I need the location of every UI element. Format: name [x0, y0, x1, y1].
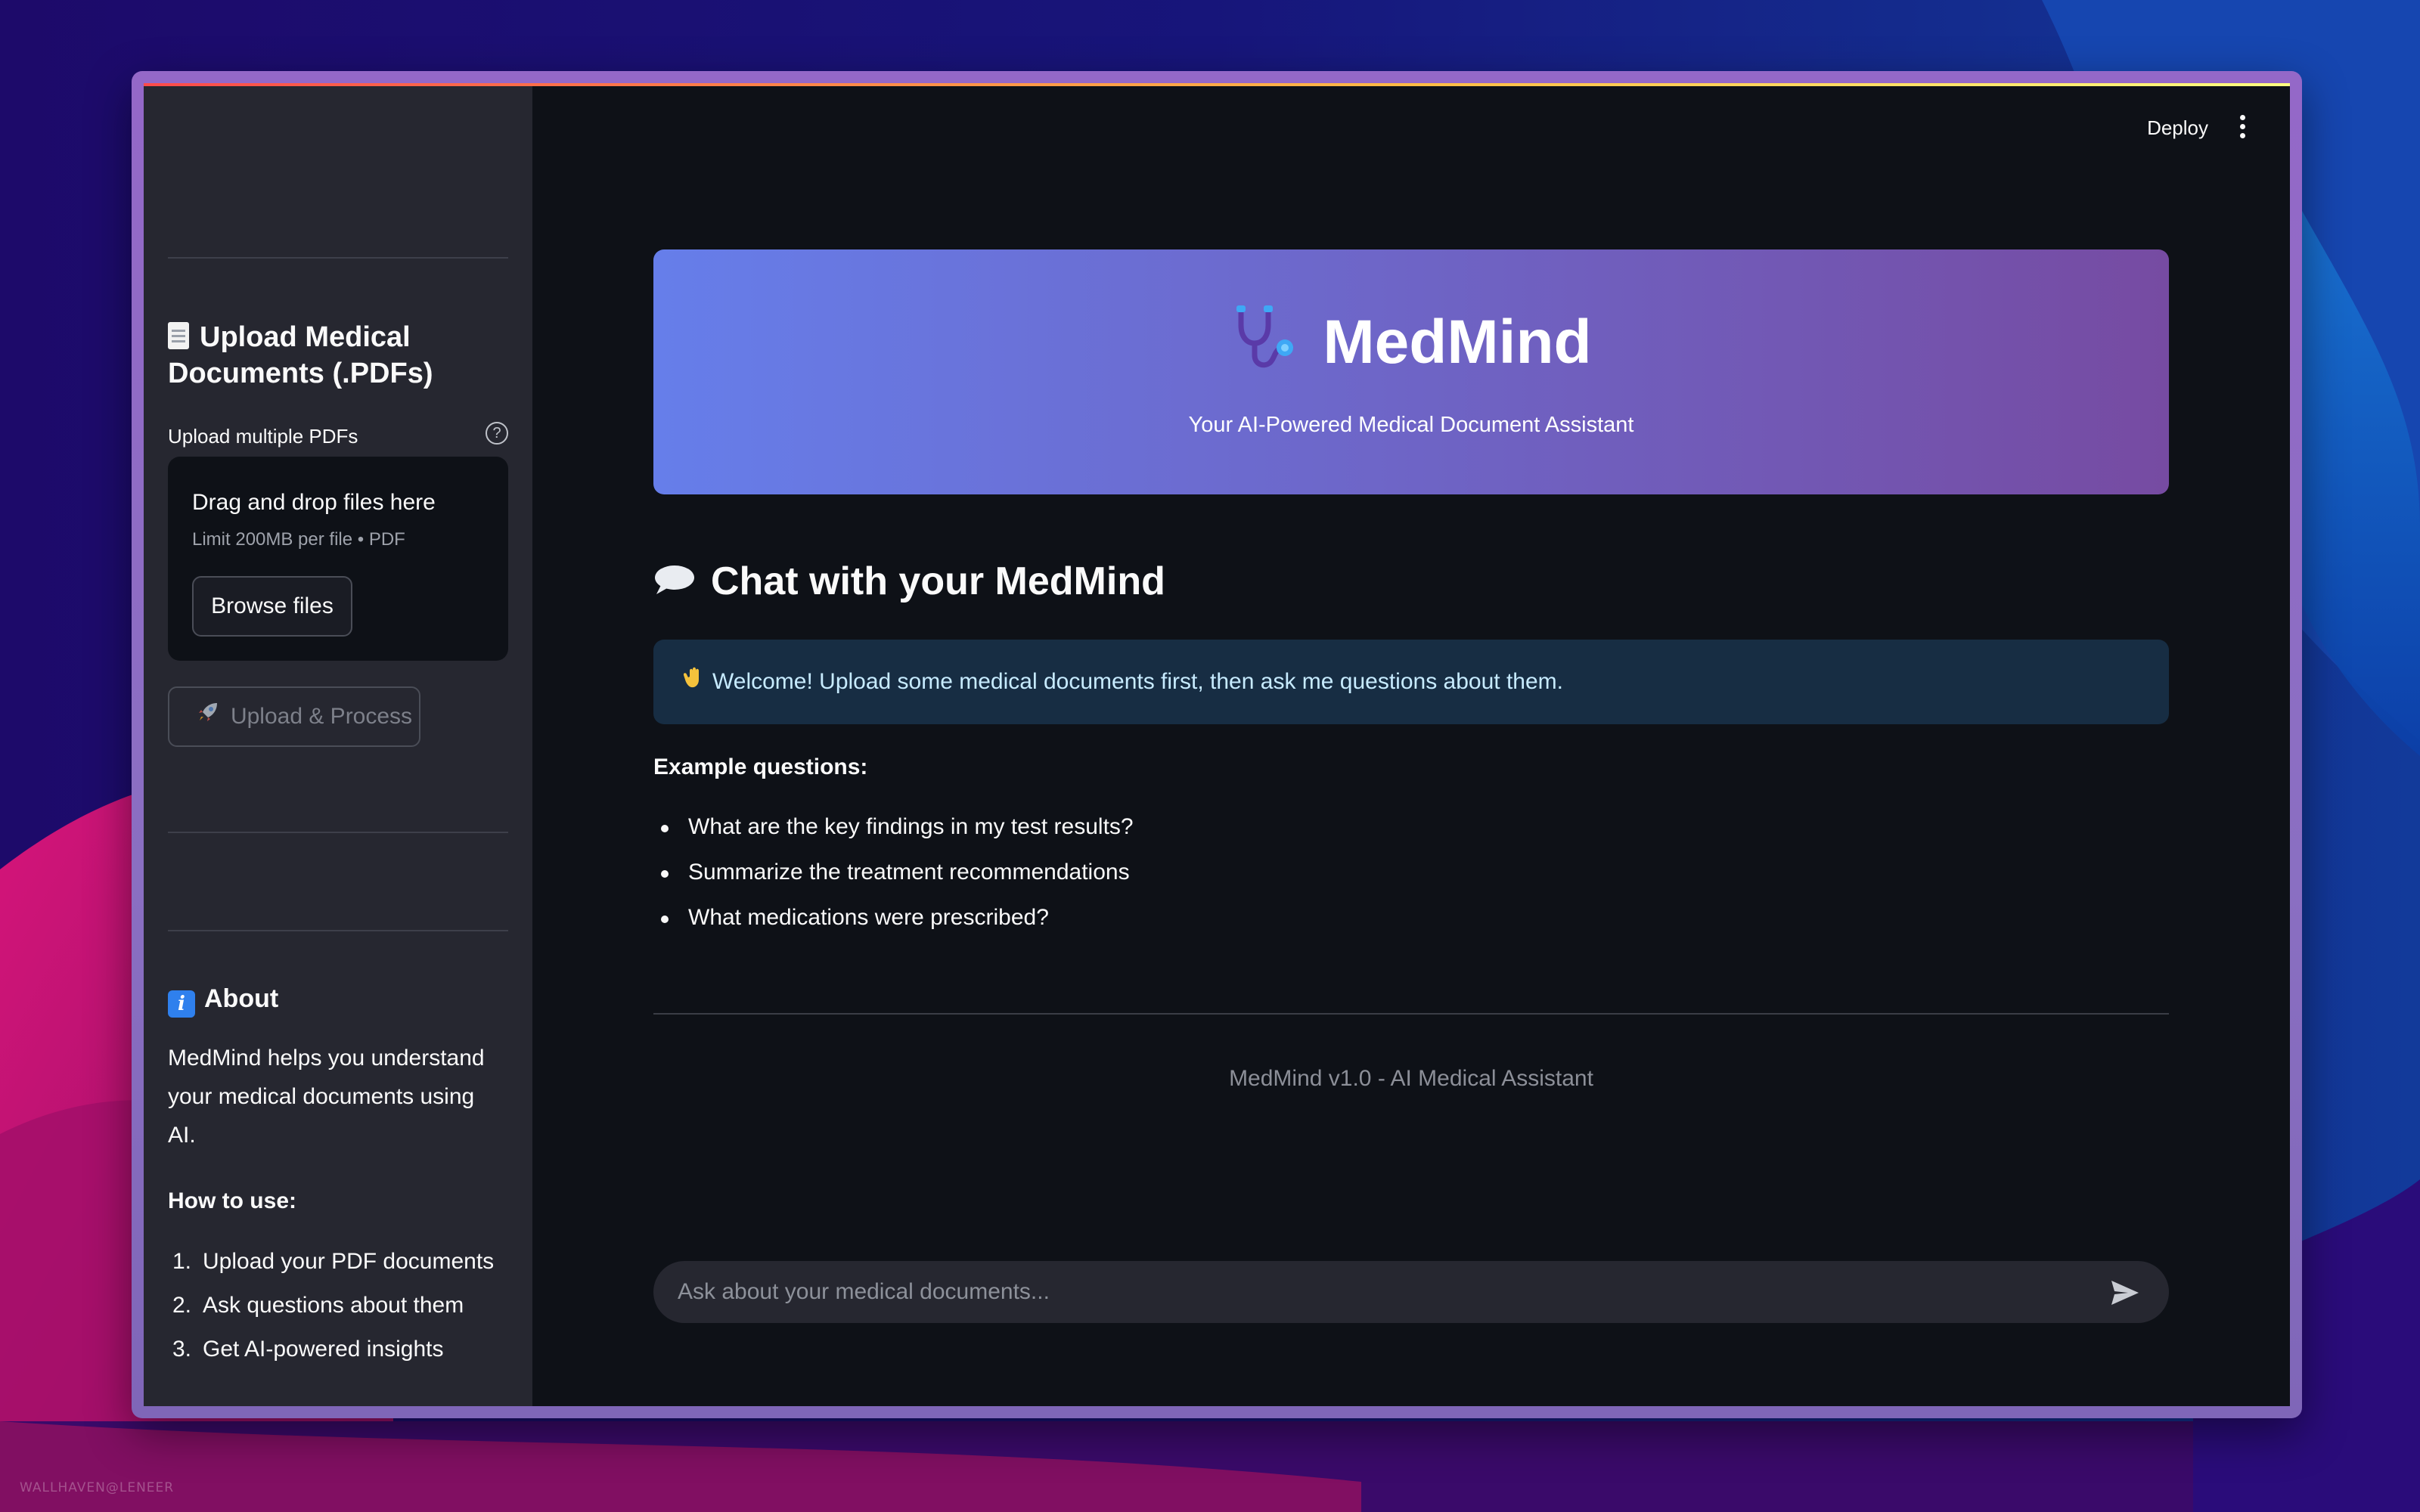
hero-title-row: MedMind: [653, 302, 2169, 380]
hero-banner: MedMind Your AI-Powered Medical Document…: [653, 249, 2169, 494]
info-icon: i: [168, 990, 195, 1018]
chat-heading: Chat with your MedMind: [653, 556, 1165, 606]
step-text: Get AI-powered insights: [203, 1337, 444, 1362]
howto-list: 1. Upload your PDF documents 2. Ask questi…: [168, 1240, 494, 1371]
decoration-strip: [144, 83, 2290, 86]
sidebar-divider: [168, 930, 508, 931]
dropzone-limit: Limit 200MB per file • PDF: [192, 529, 405, 550]
main-divider: [653, 1013, 2169, 1015]
upload-process-label: Upload & Process: [230, 704, 413, 729]
about-text: MedMind helps you understand your medica…: [168, 1046, 485, 1148]
upload-heading: Upload Medical Documents (.PDFs): [168, 319, 508, 392]
speech-bubble-icon: [653, 558, 696, 594]
sidebar-divider: [168, 832, 508, 833]
sidebar: Upload Medical Documents (.PDFs) Upload …: [144, 83, 532, 1406]
chat-input-bar: [653, 1261, 2169, 1323]
welcome-text: Welcome! Upload some medical documents f…: [712, 669, 1563, 694]
step-number: 1.: [172, 1249, 192, 1274]
uploader-label: Upload multiple PDFs: [168, 425, 358, 448]
sidebar-divider: [168, 257, 508, 259]
main-content: Deploy MedMind Your AI-Powered Medical D…: [532, 83, 2290, 1406]
chat-heading-text: Chat with your MedMind: [711, 559, 1165, 603]
stethoscope-icon: [1236, 305, 1294, 368]
howto-step: 3. Get AI-powered insights: [168, 1328, 494, 1371]
upload-process-button[interactable]: Upload & Process: [168, 686, 420, 747]
help-icon[interactable]: ?: [486, 422, 508, 445]
rocket-icon: [196, 688, 220, 745]
example-question: What medications were prescribed?: [653, 895, 1134, 940]
app-window: Upload Medical Documents (.PDFs) Upload …: [144, 83, 2290, 1406]
wallpaper-watermark: WALLHAVEN@LENEER: [20, 1480, 175, 1495]
step-text: Upload your PDF documents: [203, 1249, 495, 1274]
examples-list: What are the key findings in my test res…: [653, 804, 1134, 940]
chat-input[interactable]: [653, 1261, 2090, 1323]
app-subtitle: Your AI-Powered Medical Document Assista…: [1188, 413, 1634, 437]
waving-hand-icon: [683, 640, 709, 724]
upload-heading-text: Upload Medical Documents (.PDFs): [168, 321, 433, 389]
document-icon: [168, 322, 189, 349]
examples-label: Example questions:: [653, 754, 868, 779]
file-dropzone[interactable]: Drag and drop files here Limit 200MB per…: [168, 457, 508, 661]
app-title: MedMind: [1323, 308, 1592, 376]
welcome-info-box: Welcome! Upload some medical documents f…: [653, 640, 2169, 724]
step-number: 2.: [172, 1293, 192, 1318]
browse-files-button[interactable]: Browse files: [192, 576, 352, 637]
howto-step: 1. Upload your PDF documents: [168, 1240, 494, 1284]
howto-label: How to use:: [168, 1188, 296, 1213]
about-heading-text: About: [204, 984, 279, 1013]
howto-step: 2. Ask questions about them: [168, 1284, 494, 1328]
app-window-frame: Upload Medical Documents (.PDFs) Upload …: [132, 71, 2302, 1418]
about-heading: i About: [168, 984, 278, 1018]
step-text: Ask questions about them: [203, 1293, 464, 1318]
example-question: What are the key findings in my test res…: [653, 804, 1134, 850]
send-icon[interactable]: [2110, 1279, 2140, 1306]
deploy-button[interactable]: Deploy: [2147, 116, 2208, 140]
main-menu-icon[interactable]: [2238, 115, 2246, 139]
footer-text: MedMind v1.0 - AI Medical Assistant: [1229, 1066, 1593, 1091]
example-question: Summarize the treatment recommendations: [653, 850, 1134, 895]
step-number: 3.: [172, 1337, 192, 1362]
dropzone-title: Drag and drop files here: [192, 490, 436, 515]
